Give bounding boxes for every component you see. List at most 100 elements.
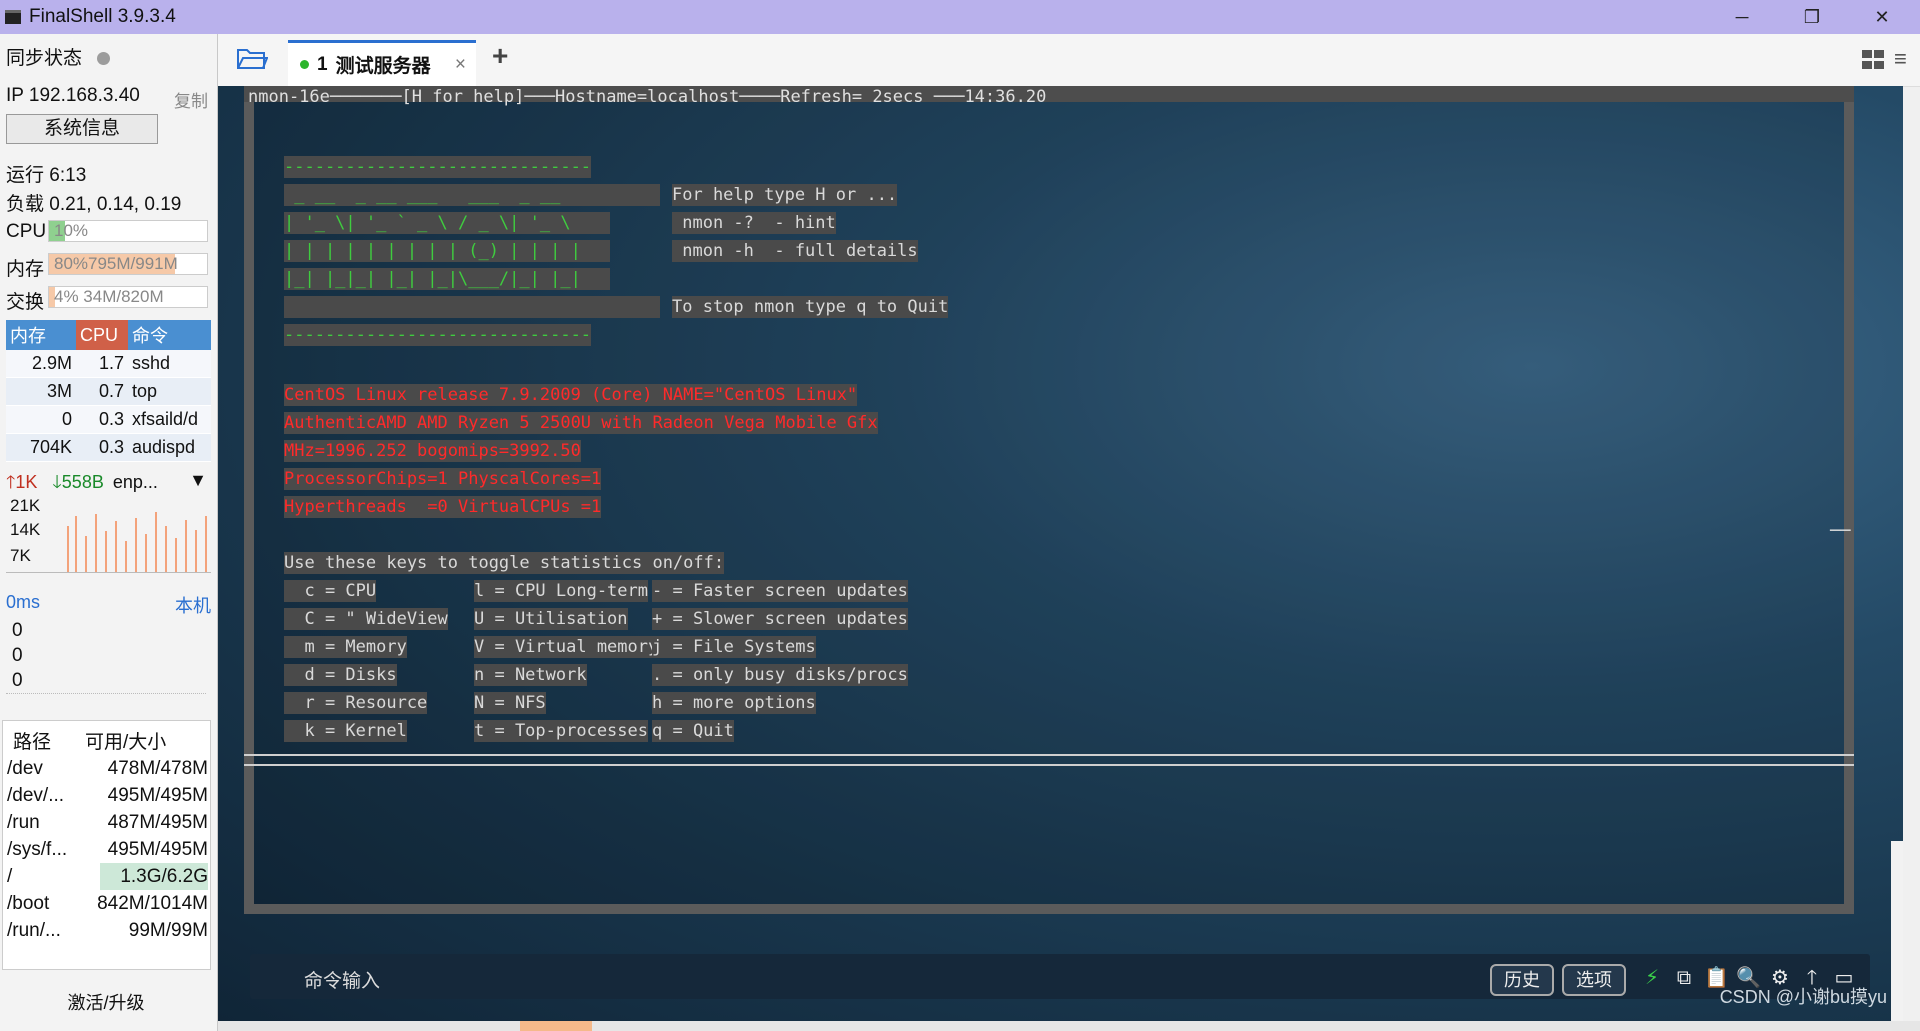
disk-path: /run/... xyxy=(7,920,61,941)
close-button[interactable]: ✕ xyxy=(1852,0,1912,34)
proc-command: xfsaild/d xyxy=(128,405,211,434)
proc-header-command[interactable]: 命令 xyxy=(128,320,211,350)
proc-header-memory[interactable]: 内存 xyxy=(6,320,76,350)
title-bar: FinalShell 3.9.3.4 ─ ❐ ✕ xyxy=(0,0,1920,34)
load-average: 负载 0.21, 0.14, 0.19 xyxy=(6,194,182,215)
sync-label: 同步状态 xyxy=(6,48,83,69)
proc-command: top xyxy=(128,377,211,406)
sync-status: 同步状态 xyxy=(6,43,111,70)
key-help-item: . = only busy disks/procs xyxy=(652,664,908,686)
disk-size: 495M/495M xyxy=(107,839,208,860)
layout-grid-icon[interactable] xyxy=(1862,50,1884,70)
sysinfo-threads: Hyperthreads =0 VirtualCPUs =1 xyxy=(284,496,602,518)
watermark: CSDN @小谢bu摸yu xyxy=(1719,987,1887,1007)
lightning-icon[interactable]: ⚡ xyxy=(1640,966,1664,990)
frame-left xyxy=(244,102,254,914)
net-traffic-bars xyxy=(67,512,207,572)
tab-label: 测试服务器 xyxy=(335,56,431,77)
key-help-item: V = Virtual memory xyxy=(474,636,659,658)
table-row[interactable]: 3M 0.7 top xyxy=(6,377,211,406)
list-item[interactable]: /run/... 99M/99M xyxy=(3,917,210,944)
proc-command: audispd xyxy=(128,433,211,462)
list-item[interactable]: /boot 842M/1014M xyxy=(3,890,210,917)
proc-cpu: 0.7 xyxy=(76,377,128,406)
proc-memory: 0 xyxy=(6,405,76,434)
memory-meter-text: 80%795M/991M xyxy=(54,254,178,273)
swap-label: 交换 xyxy=(6,292,45,313)
key-help-item: C = " WideView xyxy=(284,608,448,630)
ip-row: IP 192.168.3.40 复制 xyxy=(6,85,208,111)
list-item[interactable]: / 1.3G/6.2G xyxy=(3,863,210,890)
history-button[interactable]: 历史 xyxy=(1490,964,1554,996)
network-chart: 21K 14K 7K xyxy=(6,496,211,573)
add-tab-button[interactable]: + xyxy=(492,40,508,72)
disk-size: 478M/478M xyxy=(107,758,208,779)
help-line-1: For help type H or ... xyxy=(672,184,898,206)
key-help-item: U = Utilisation xyxy=(474,608,628,630)
table-row[interactable]: 0 0.3 xfsaild/d xyxy=(6,405,211,434)
proc-header-cpu[interactable]: CPU xyxy=(76,320,128,350)
nmon-logo-2: | '_ \| '_ ` _ \ / _ \| '_ \ xyxy=(284,212,610,234)
connected-dot-icon xyxy=(300,60,309,69)
minimize-button[interactable]: ─ xyxy=(1712,0,1772,34)
list-item[interactable]: /sys/f... 495M/495M xyxy=(3,836,210,863)
maximize-button[interactable]: ❐ xyxy=(1782,0,1842,34)
key-help-item: h = more options xyxy=(652,692,816,714)
dash-line-top: ------------------------------ xyxy=(284,156,592,178)
sync-dot-icon xyxy=(97,52,111,66)
table-row[interactable]: 704K 0.3 audispd xyxy=(6,433,211,462)
nmon-logo-3: | | | | | | | | | (_) | | | | xyxy=(284,240,610,262)
disk-path: /dev xyxy=(7,758,43,779)
frame-bottom xyxy=(244,904,1854,914)
disk-panel: 路径 可用/大小 /dev 478M/478M/dev/... 495M/495M /… xyxy=(2,720,211,970)
terminal[interactable]: nmon-16e───────[H for help]───Hostname=l… xyxy=(218,86,1903,1021)
key-help-item: n = Network xyxy=(474,664,587,686)
terminal-scrollbar[interactable] xyxy=(1891,841,1903,1021)
network-interface-select[interactable]: enp... xyxy=(113,472,158,492)
help-line-3: nmon -h - full details xyxy=(672,240,918,262)
key-help-item: c = CPU xyxy=(284,580,377,602)
menu-icon[interactable]: ≡ xyxy=(1894,48,1907,70)
copy-icon[interactable]: ⧉ xyxy=(1672,966,1696,990)
copy-ip-button[interactable]: 复制 xyxy=(174,87,208,112)
key-help-item: j = File Systems xyxy=(652,636,816,658)
table-row[interactable]: 2.9M 1.7 sshd xyxy=(6,350,211,378)
disk-list: /dev 478M/478M/dev/... 495M/495M/run 487M/4… xyxy=(3,755,210,944)
help-line-2: nmon -? - hint xyxy=(672,212,836,234)
disk-path: /run xyxy=(7,812,40,833)
folder-icon[interactable] xyxy=(236,46,269,70)
proc-cpu: 0.3 xyxy=(76,433,128,462)
system-info-button[interactable]: 系统信息 xyxy=(6,114,158,144)
key-help-item: N = NFS xyxy=(474,692,546,714)
command-input[interactable]: 命令输入 xyxy=(304,966,380,993)
tab-bar: 1 测试服务器 × + ≡ xyxy=(218,34,1920,87)
disk-path: /sys/f... xyxy=(7,839,68,860)
tab-test-server[interactable]: 1 测试服务器 × xyxy=(288,40,476,86)
tab-close-icon[interactable]: × xyxy=(455,54,466,76)
scroll-marker: ── xyxy=(1830,521,1851,541)
options-button[interactable]: 选项 xyxy=(1562,964,1626,996)
list-item[interactable]: /dev/... 495M/495M xyxy=(3,782,210,809)
ping-latency: 0ms xyxy=(6,592,41,612)
proc-cpu: 1.7 xyxy=(76,350,128,378)
memory-label: 内存 xyxy=(6,259,45,280)
key-help-item: k = Kernel xyxy=(284,720,407,742)
dash-line-bottom: ------------------------------ xyxy=(284,324,592,346)
sysinfo-cores: ProcessorChips=1 PhyscalCores=1 xyxy=(284,468,602,490)
key-help-item: t = Top-processes xyxy=(474,720,648,742)
list-item[interactable]: /run 487M/495M xyxy=(3,809,210,836)
proc-memory: 2.9M xyxy=(6,350,76,378)
activate-upgrade-link[interactable]: 激活/升级 xyxy=(0,989,212,1015)
uptime: 运行 6:13 xyxy=(6,165,87,186)
ping-host-select[interactable]: 本机 xyxy=(175,592,211,618)
disk-size: 842M/1014M xyxy=(97,893,208,914)
ping-row: 0ms 本机 xyxy=(6,592,211,616)
disk-size: 495M/495M xyxy=(107,785,208,806)
list-item[interactable]: /dev 478M/478M xyxy=(3,755,210,782)
proc-cpu: 0.3 xyxy=(76,405,128,434)
disk-path: / xyxy=(7,866,13,887)
swap-meter: 4% 34M/820M xyxy=(48,286,208,308)
command-bar: 命令输入 历史 选项 ⚡ ⧉ 📋 🔍 ⚙ 🡑 ▭ xyxy=(250,954,1870,999)
chevron-down-icon[interactable]: ▼ xyxy=(189,470,207,491)
sysinfo-cpu: AuthenticAMD AMD Ryzen 5 2500U with Rade… xyxy=(284,412,878,434)
